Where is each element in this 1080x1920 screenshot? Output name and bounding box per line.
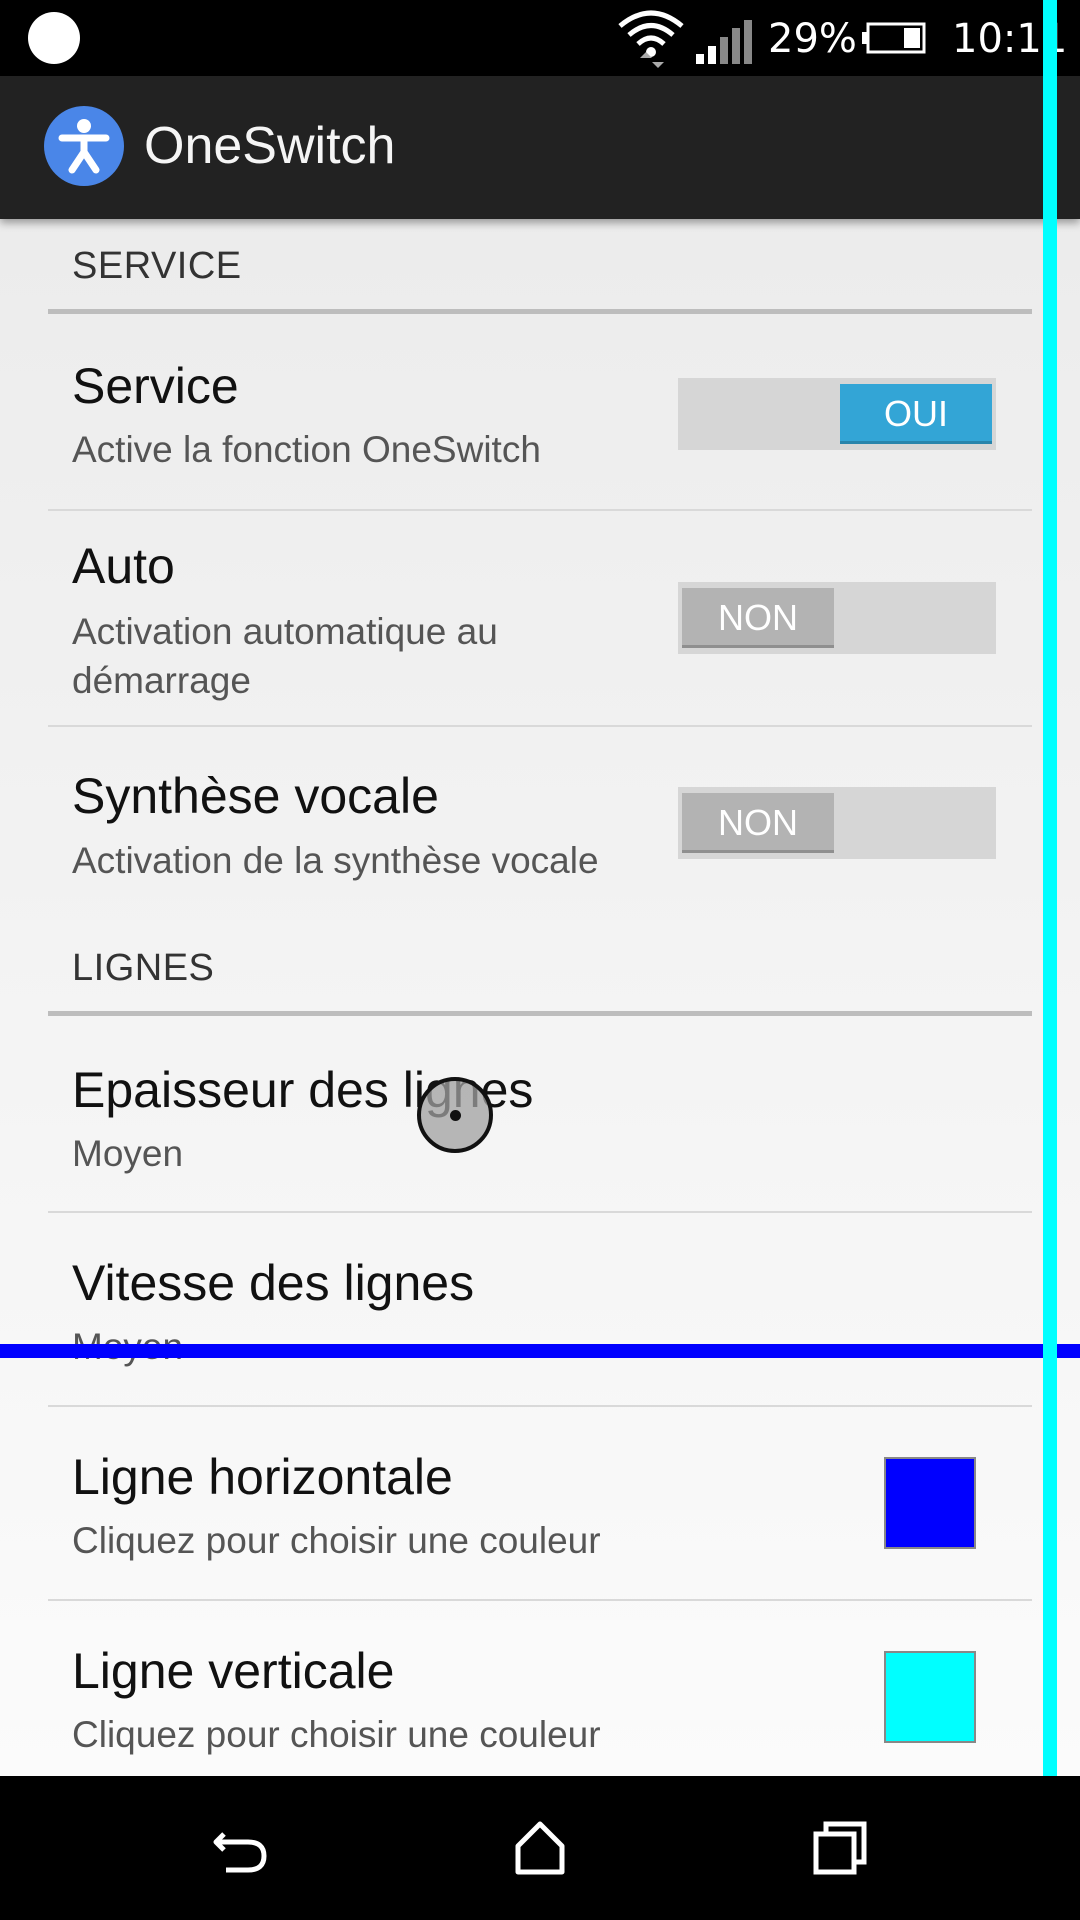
wifi-icon: [618, 10, 684, 68]
synthese-vocale-toggle[interactable]: NON: [678, 787, 996, 859]
app-bar: OneSwitch: [0, 76, 1080, 219]
section-header-service: SERVICE: [72, 245, 242, 287]
cell-signal-icon: [696, 20, 752, 64]
accessibility-person-icon: [44, 106, 124, 186]
navigation-bar: [0, 1776, 1080, 1920]
setting-subtitle: Activation de la synthèse vocale: [72, 840, 599, 881]
home-icon[interactable]: [510, 1818, 570, 1878]
setting-subtitle: Cliquez pour choisir une couleur: [72, 1714, 601, 1755]
settings-list[interactable]: SERVICE Service Active la fonction OneSw…: [0, 219, 1080, 1776]
setting-subtitle-line2: démarrage: [72, 660, 251, 701]
status-bar: 29% 10:11: [0, 0, 1080, 76]
setting-subtitle: Moyen: [72, 1133, 184, 1174]
auto-toggle[interactable]: NON: [678, 582, 996, 654]
vertical-scan-line: [1043, 0, 1057, 1776]
toggle-knob: NON: [682, 793, 834, 853]
divider: [48, 725, 1032, 727]
divider: [48, 1211, 1032, 1213]
setting-title: Ligne verticale: [72, 1643, 395, 1699]
setting-subtitle: Active la fonction OneSwitch: [72, 429, 541, 470]
horizontal-scan-line: [0, 1344, 1080, 1358]
setting-subtitle: Cliquez pour choisir une couleur: [72, 1520, 601, 1561]
section-header-lignes: LIGNES: [72, 947, 215, 989]
pointer-cursor: [417, 1077, 493, 1153]
divider: [48, 509, 1032, 511]
section-divider: [48, 309, 1032, 314]
setting-subtitle: Activation automatique au: [72, 611, 498, 652]
divider: [48, 1599, 1032, 1601]
service-toggle[interactable]: OUI: [678, 378, 996, 450]
divider: [48, 1405, 1032, 1407]
recents-icon[interactable]: [810, 1818, 870, 1878]
battery-icon: [862, 22, 926, 54]
setting-title: Auto: [72, 538, 175, 594]
notification-dot-icon: [28, 12, 80, 64]
app-title: OneSwitch: [144, 117, 396, 175]
back-icon[interactable]: [210, 1818, 270, 1878]
setting-title: Service: [72, 358, 239, 414]
vertical-line-color-swatch[interactable]: [884, 1651, 976, 1743]
setting-title: Ligne horizontale: [72, 1449, 453, 1505]
setting-title: Synthèse vocale: [72, 768, 439, 824]
setting-title: Vitesse des lignes: [72, 1255, 475, 1311]
toggle-knob: OUI: [840, 384, 992, 444]
toggle-knob: NON: [682, 588, 834, 648]
battery-percent: 29%: [768, 16, 857, 62]
horizontal-line-color-swatch[interactable]: [884, 1457, 976, 1549]
section-divider: [48, 1011, 1032, 1016]
